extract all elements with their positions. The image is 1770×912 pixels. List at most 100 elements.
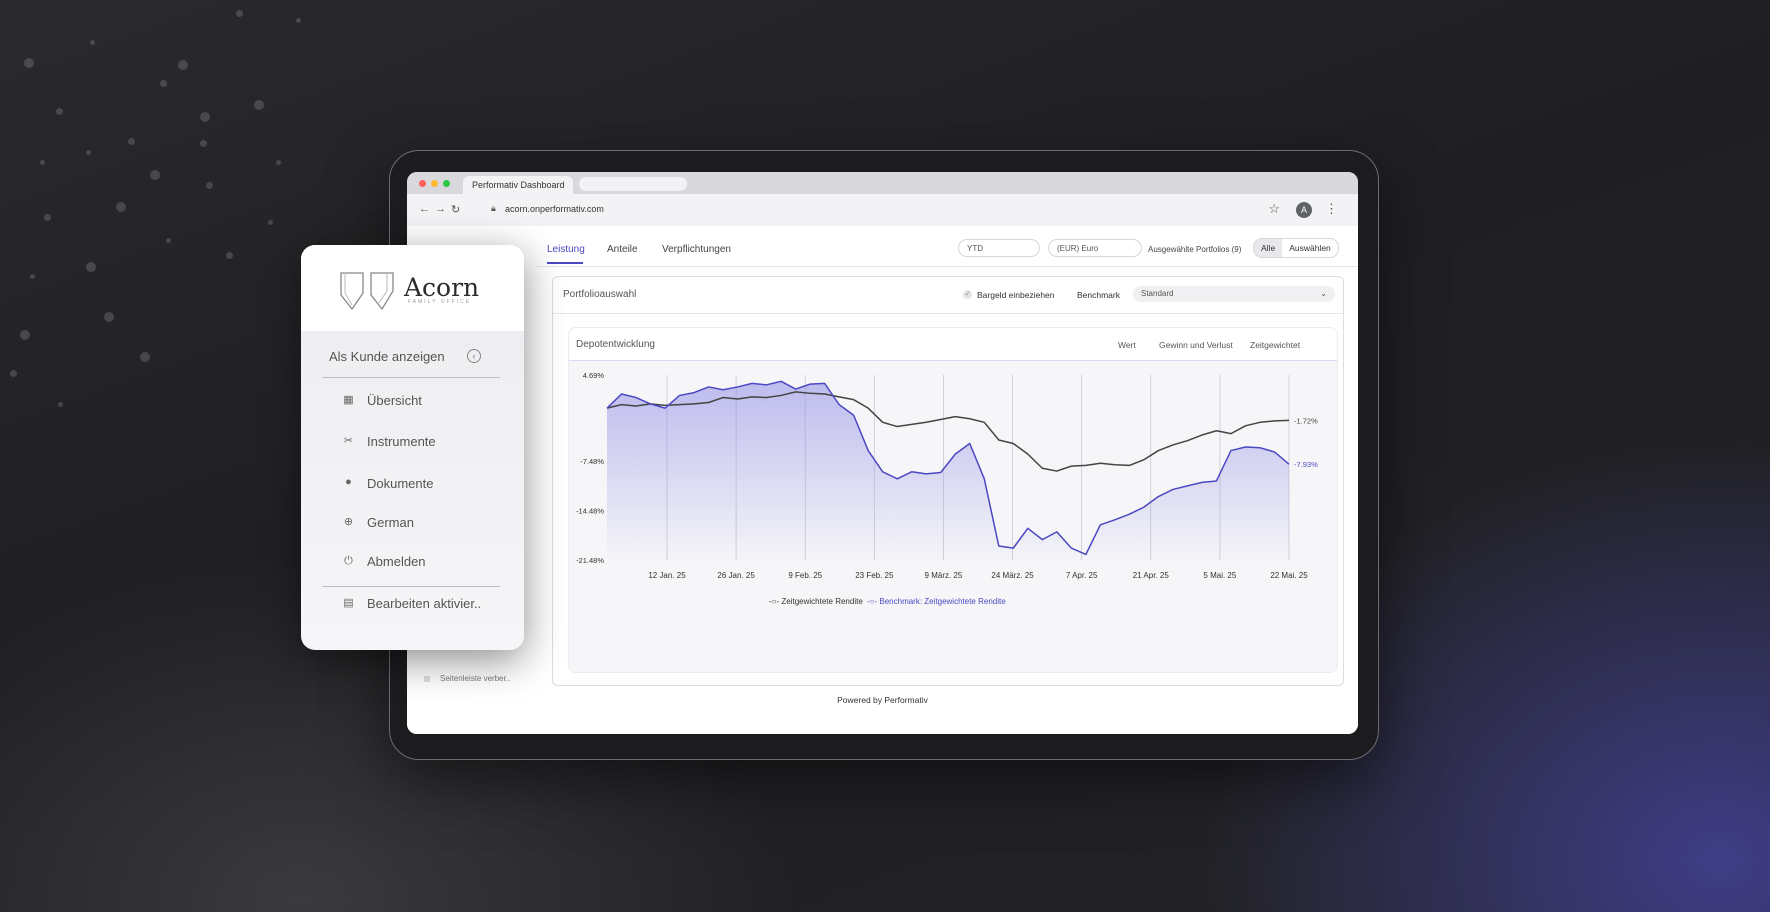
active-tab-indicator — [547, 262, 583, 264]
brand-name: Acorn — [404, 273, 480, 302]
legend-portfolio: -○- Zeitgewichtete Rendite — [769, 597, 863, 606]
checkbox-icon[interactable]: ✓ — [963, 290, 972, 299]
browser-menu-icon[interactable]: ⋮ — [1325, 201, 1338, 217]
as-client-label[interactable]: Als Kunde anzeigen — [329, 349, 445, 364]
background-dot — [178, 60, 188, 70]
app-content: Leistung Anteile Verpflichtungen YTD (EU… — [407, 226, 1358, 734]
background-dot — [40, 160, 45, 165]
layout-icon: ▤ — [343, 597, 354, 609]
new-tab-button[interactable] — [579, 177, 687, 191]
sidebar-toggle-icon[interactable] — [424, 676, 430, 682]
chart-card: Depotentwicklung Wert Gewinn und Verlust… — [568, 327, 1338, 673]
background-dot — [166, 238, 171, 243]
reload-icon[interactable]: ↻ — [451, 203, 460, 216]
background-dot — [226, 252, 233, 259]
performance-chart: 12 Jan. 25 26 Jan. 25 9 Feb. 25 23 Feb. 25 9… — [576, 371, 1318, 606]
y-tick-label: 4.69% — [583, 371, 605, 380]
background-dot — [150, 170, 160, 180]
y-tick-label: -21.48% — [576, 556, 604, 565]
sidebar-item-german[interactable]: German — [367, 515, 414, 530]
background-dot — [30, 274, 35, 279]
brand-subtitle: FAMILY OFFICE — [408, 299, 472, 305]
segment-all-button[interactable]: Alle — [1254, 239, 1283, 257]
selected-portfolios-label: Ausgewählte Portfolios (9) — [1148, 245, 1242, 254]
x-tick-label: 21 Apr. 25 — [1133, 571, 1170, 580]
portfolio-panel: Portfolioauswahl ✓ Bargeld einbeziehen B… — [552, 276, 1344, 686]
sidebar-divider — [322, 377, 500, 378]
period-select[interactable]: YTD — [958, 239, 1040, 257]
background-dot — [20, 330, 30, 340]
tab-leistung[interactable]: Leistung — [547, 244, 585, 255]
benchmark-end-label: -7.93% — [1294, 460, 1318, 469]
sidebar-item-instrumente[interactable]: Instrumente — [367, 434, 436, 449]
profile-avatar[interactable]: A — [1296, 202, 1312, 218]
x-tick-label: 24 März. 25 — [991, 571, 1034, 580]
panel-divider — [553, 313, 1343, 314]
x-tick-label: 22 Mai. 25 — [1270, 571, 1308, 580]
background-dot — [116, 202, 126, 212]
background-dot — [128, 138, 135, 145]
chart-card-title: Depotentwicklung — [576, 339, 655, 350]
lock-icon: 🔒︎ — [491, 203, 496, 213]
dashboard-icon: ▦ — [343, 394, 354, 406]
background-dot — [268, 220, 273, 225]
power-icon: ⏻ — [344, 555, 353, 567]
x-tick-label: 23 Feb. 25 — [855, 571, 894, 580]
background-dot — [160, 80, 167, 87]
browser-tab[interactable]: Performativ Dashboard — [463, 176, 573, 194]
benchmark-value: Standard — [1141, 289, 1174, 298]
background-dot — [200, 140, 207, 147]
option-gewinn-verlust[interactable]: Gewinn und Verlust — [1159, 340, 1233, 350]
segment-select-button[interactable]: Auswählen — [1282, 239, 1338, 257]
url-field[interactable]: acorn.onperformativ.com — [505, 204, 604, 214]
x-tick-label: 7 Apr. 25 — [1066, 571, 1098, 580]
tab-verpflichtungen[interactable]: Verpflichtungen — [662, 244, 731, 255]
currency-select[interactable]: (EUR) Euro — [1048, 239, 1142, 257]
tab-anteile[interactable]: Anteile — [607, 244, 638, 255]
benchmark-select[interactable]: Standard ⌄ — [1133, 286, 1335, 302]
document-icon: ● — [345, 476, 352, 488]
background-dot — [90, 40, 95, 45]
bookmark-star-icon[interactable]: ☆ — [1268, 201, 1280, 217]
sidebar-item-abmelden[interactable]: Abmelden — [367, 554, 426, 569]
chart-card-header: Depotentwicklung Wert Gewinn und Verlust… — [569, 328, 1337, 361]
x-tick-label: 26 Jan. 25 — [717, 571, 755, 580]
background-dot — [254, 100, 264, 110]
browser-window: Performativ Dashboard ← → ↻ 🔒︎ acorn.onp… — [407, 172, 1358, 734]
include-cash-label[interactable]: Bargeld einbeziehen — [977, 290, 1055, 300]
benchmark-label: Benchmark — [1077, 290, 1120, 300]
background-dot — [24, 58, 34, 68]
hide-sidebar-label[interactable]: Seitenleiste verber.. — [440, 674, 510, 683]
x-tick-label: 9 März. 25 — [925, 571, 963, 580]
y-tick-label: -7.48% — [580, 457, 604, 466]
powered-by: Powered by Performativ — [837, 695, 928, 705]
forward-icon[interactable]: → — [435, 203, 446, 215]
sidebar-divider — [322, 586, 500, 587]
background-dot — [86, 150, 91, 155]
globe-icon: ⊕ — [343, 516, 354, 528]
browser-tab-bar: Performativ Dashboard — [407, 172, 1358, 194]
background-dot — [104, 312, 114, 322]
background-dot — [56, 108, 63, 115]
portfolio-segment-control: Alle Auswählen — [1253, 238, 1339, 258]
option-zeitgewichtet[interactable]: Zeitgewichtet — [1250, 340, 1300, 350]
y-tick-label: -14.48% — [576, 507, 604, 516]
option-wert[interactable]: Wert — [1118, 340, 1136, 350]
chevron-down-icon: ⌄ — [1320, 289, 1327, 298]
acorn-logo-icon — [340, 272, 394, 311]
back-circle-icon[interactable]: ‹ — [467, 349, 481, 363]
address-bar: ← → ↻ 🔒︎ acorn.onperformativ.com ☆ A ⋮ — [407, 194, 1358, 227]
sidebar-item-dokumente[interactable]: Dokumente — [367, 476, 433, 491]
minimize-window-icon[interactable] — [431, 180, 438, 187]
benchmark-area — [607, 381, 1289, 560]
sidebar-item-edit[interactable]: Bearbeiten aktivier.. — [367, 596, 481, 611]
close-window-icon[interactable] — [419, 180, 426, 187]
maximize-window-icon[interactable] — [443, 180, 450, 187]
background-dot — [276, 160, 281, 165]
legend-benchmark: -○- Benchmark: Zeitgewichtete Rendite — [867, 597, 1006, 606]
x-tick-label: 9 Feb. 25 — [788, 571, 822, 580]
sidebar-item-ubersicht[interactable]: Übersicht — [367, 393, 422, 408]
x-tick-label: 12 Jan. 25 — [648, 571, 686, 580]
logo-area: Acorn FAMILY OFFICE — [301, 245, 524, 331]
back-icon[interactable]: ← — [419, 203, 430, 215]
